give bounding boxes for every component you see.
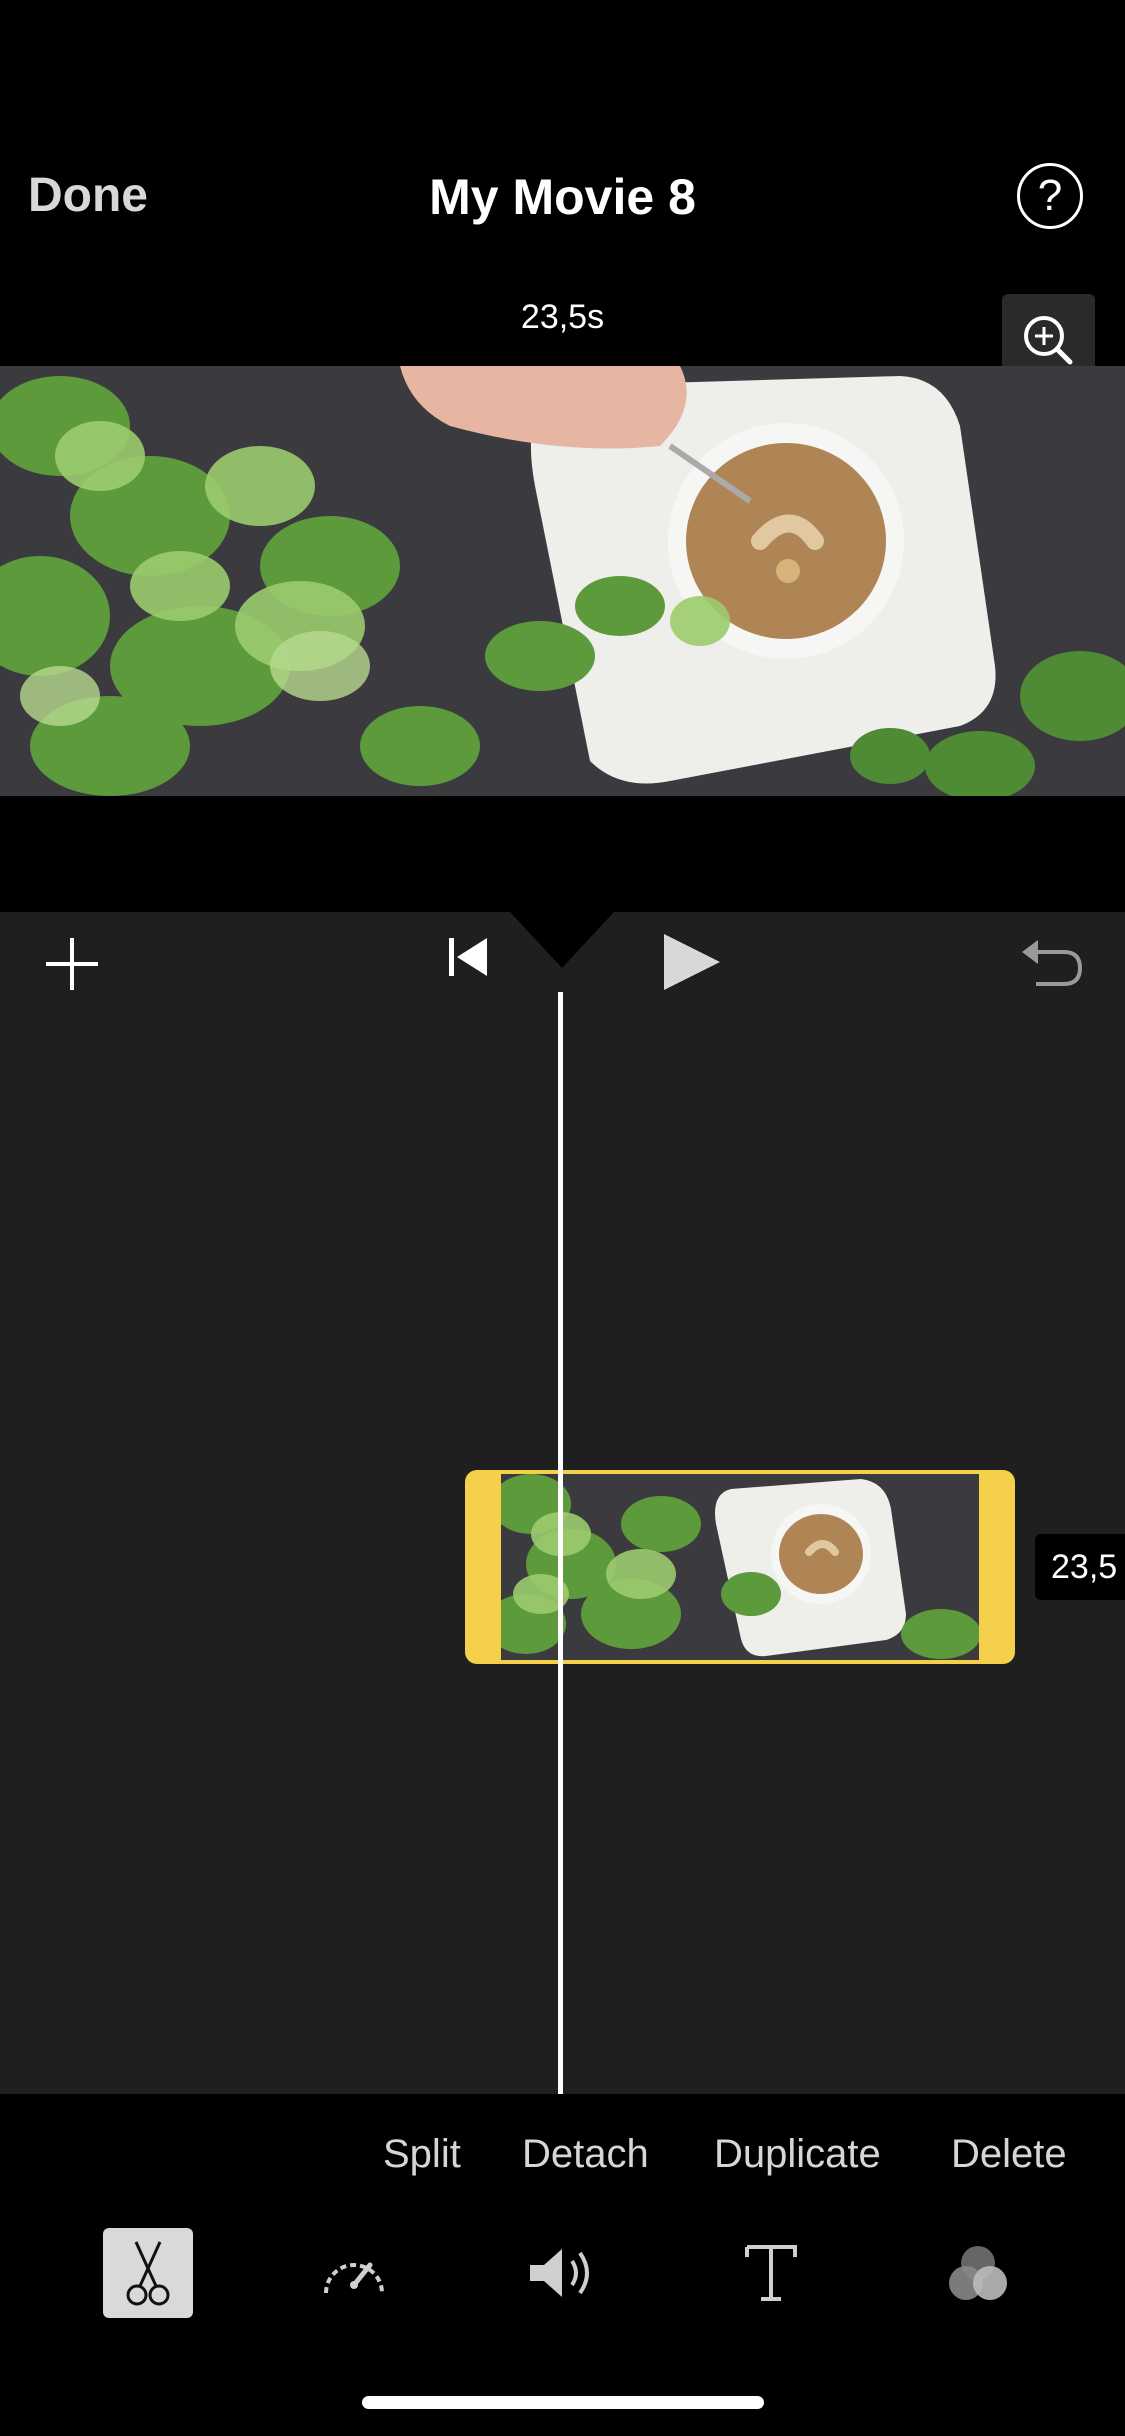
help-button[interactable]: ? [1017,163,1083,229]
volume-icon [530,2249,589,2297]
speed-tool-button[interactable] [309,2228,399,2318]
preview-frame [0,366,1125,796]
speedometer-icon [324,2262,384,2294]
video-clip[interactable] [465,1470,1015,1664]
clip-thumbnail [501,1474,979,1660]
plus-icon[interactable] [38,930,106,998]
actions-tool-button[interactable] [103,2228,193,2318]
play-icon[interactable] [660,930,724,994]
split-button[interactable]: Split [383,2132,461,2177]
project-title: My Movie 8 [429,169,696,225]
playhead-notch [510,912,614,968]
filters-tool-button[interactable] [933,2228,1023,2318]
filters-icon [949,2246,1007,2300]
detach-button[interactable]: Detach [522,2132,649,2177]
clip-duration-label: 23,5 [1035,1534,1125,1600]
playhead[interactable] [558,992,563,2094]
scissors-icon [126,2241,170,2306]
delete-button[interactable]: Delete [951,2132,1067,2177]
video-preview[interactable] [0,366,1125,796]
project-duration: 23,5s [520,298,605,336]
skip-to-start-icon[interactable] [443,932,493,982]
undo-icon[interactable] [1018,930,1088,990]
volume-tool-button[interactable] [516,2228,606,2318]
help-icon: ? [1037,171,1063,220]
duplicate-button[interactable]: Duplicate [714,2132,881,2177]
title-tool-button[interactable] [726,2228,816,2318]
text-icon [745,2245,797,2301]
home-indicator [362,2396,764,2409]
